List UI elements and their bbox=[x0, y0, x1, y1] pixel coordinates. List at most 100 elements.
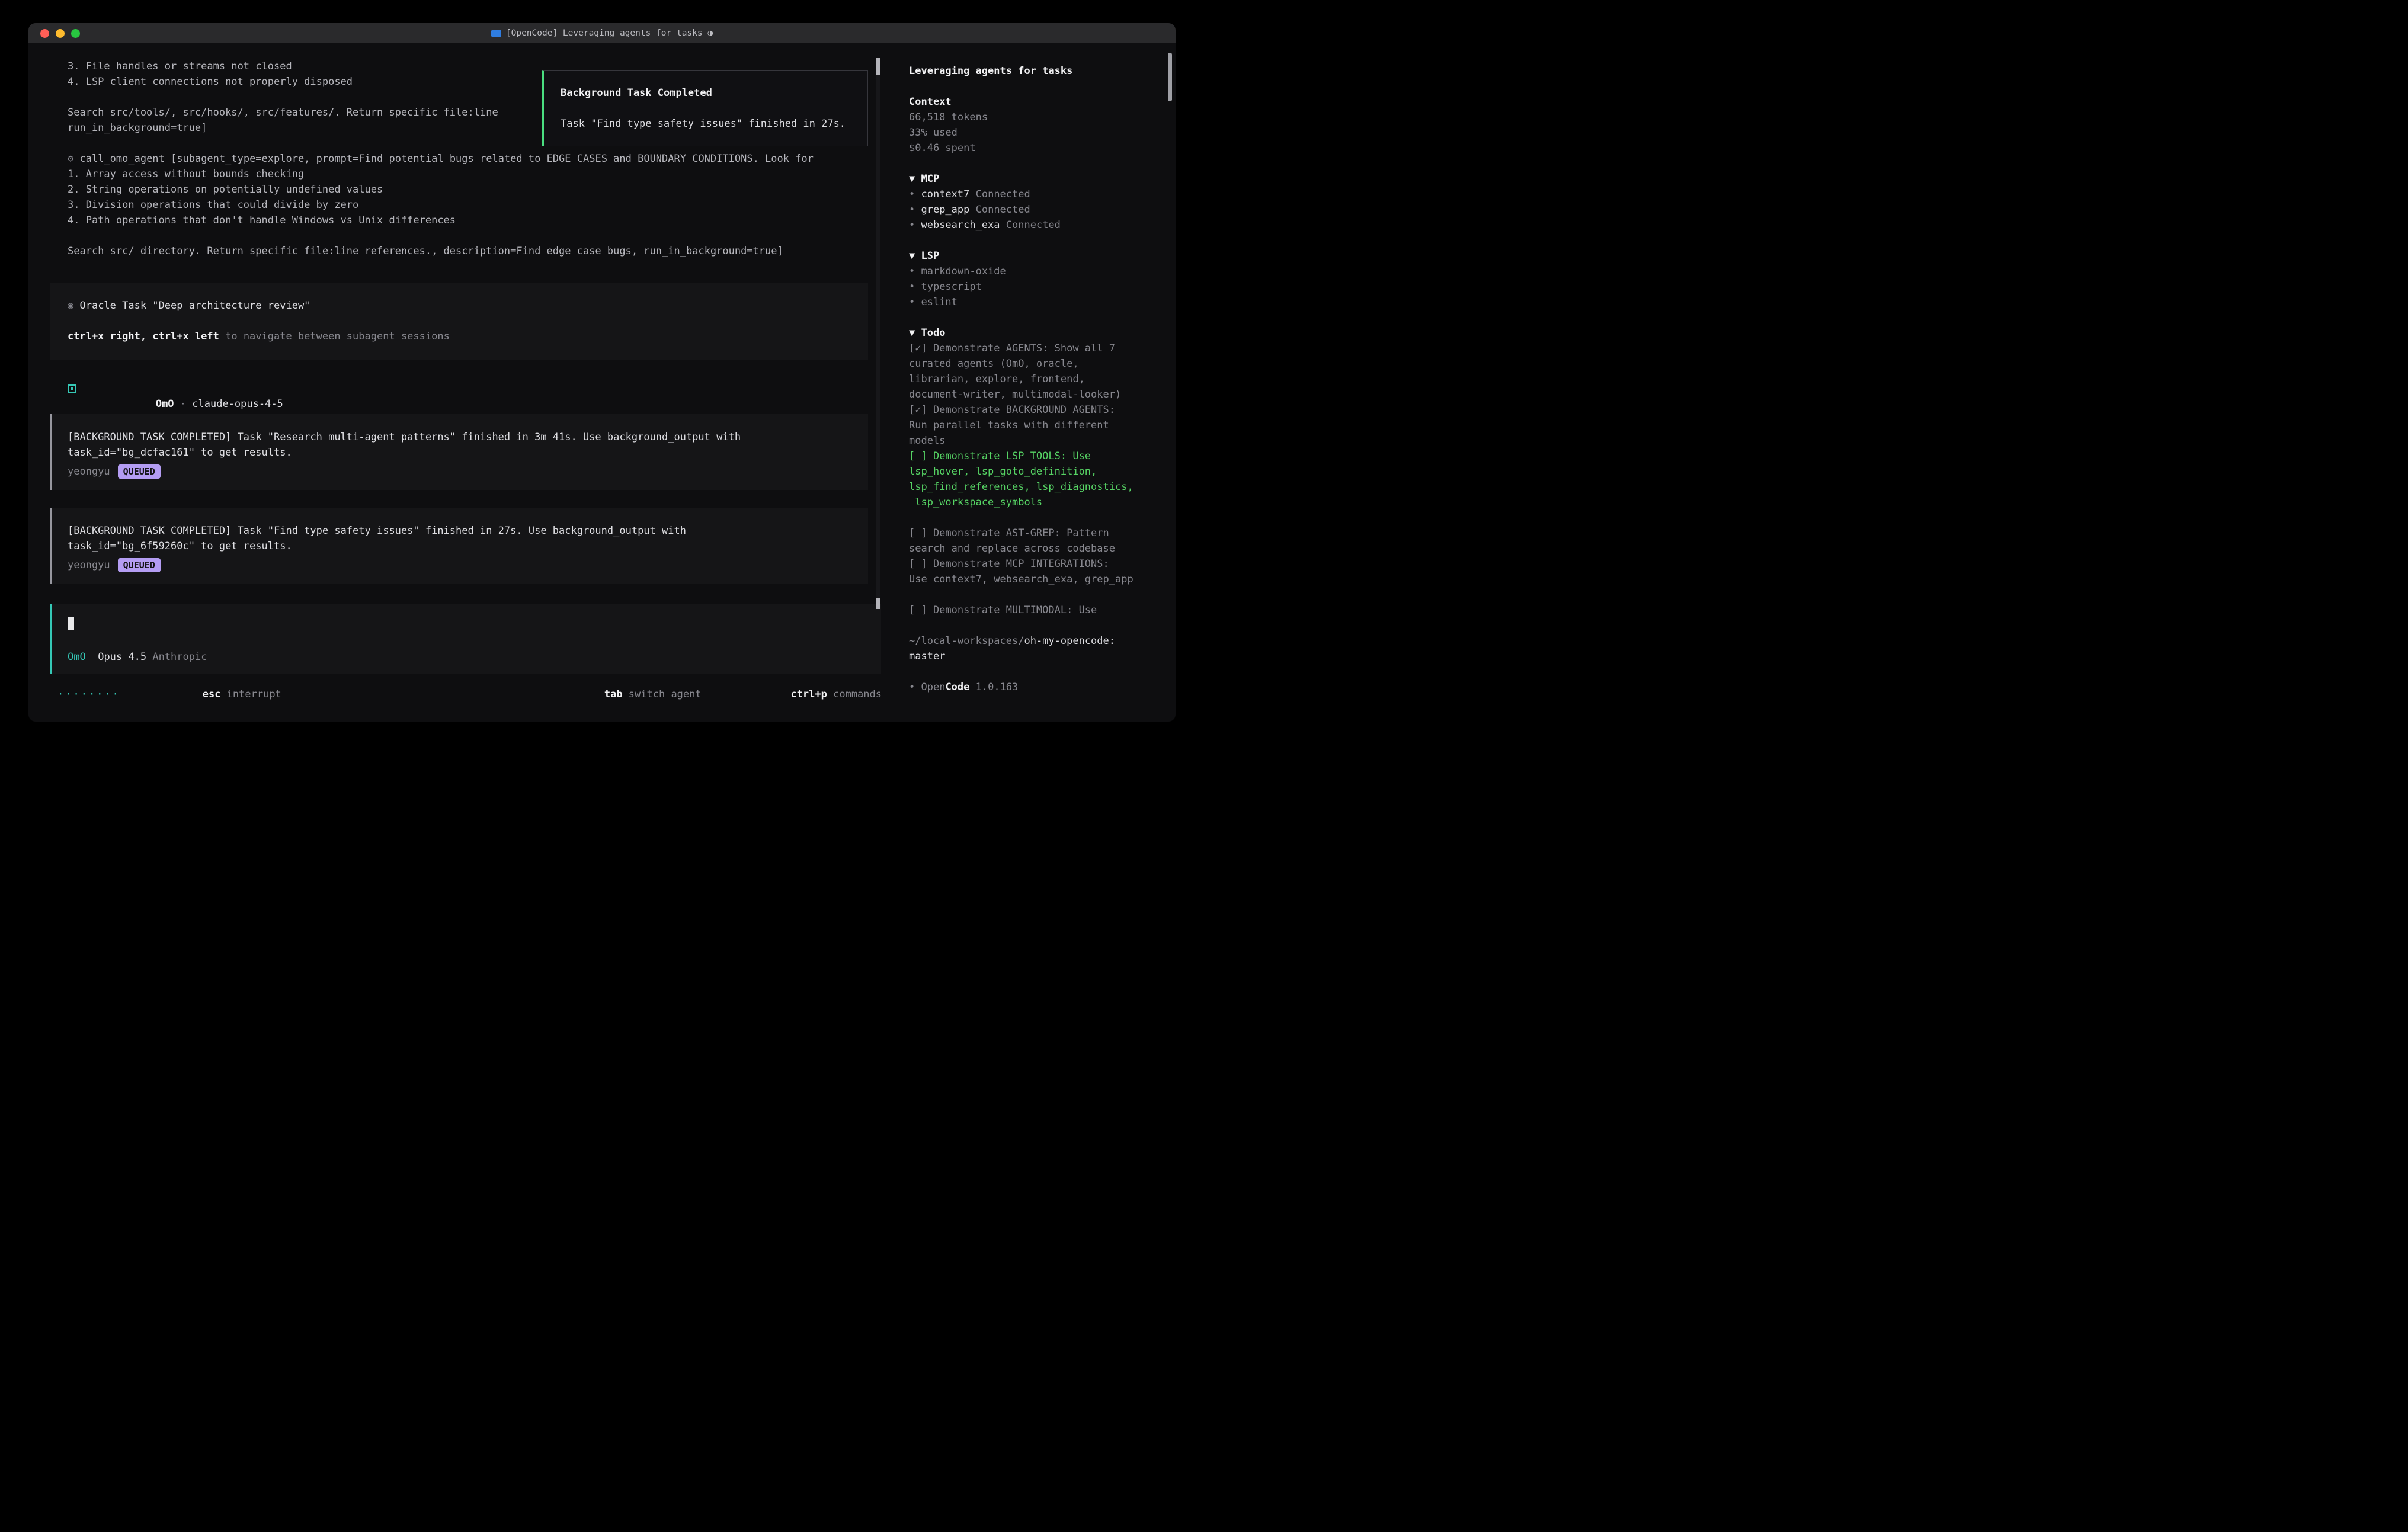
ctrlp-key-hint: ctrl+p bbox=[790, 688, 827, 700]
input-model-line: OmO Opus 4.5 Anthropic bbox=[68, 649, 863, 665]
text-line: 1. Array access without bounds checking bbox=[68, 166, 897, 182]
busy-spinner-icon: ········ bbox=[57, 688, 120, 700]
prompt-input[interactable]: OmO Opus 4.5 Anthropic bbox=[50, 604, 881, 674]
input-agent-name: OmO bbox=[68, 649, 86, 665]
traffic-lights bbox=[28, 29, 80, 38]
text-line: • eslint bbox=[909, 294, 1170, 310]
text-line: [✓] Demonstrate BACKGROUND AGENTS: bbox=[909, 402, 1170, 418]
text-line: lsp_find_references, lsp_diagnostics, bbox=[909, 479, 1170, 495]
status-bar: ········ esc interrupt tab switch agent … bbox=[28, 674, 897, 722]
text-line: curated agents (OmO, oracle, bbox=[909, 356, 1170, 371]
text-line: [ ] Demonstrate LSP TOOLS: Use bbox=[909, 448, 1170, 464]
message-block: [BACKGROUND TASK COMPLETED] Task "Resear… bbox=[50, 414, 868, 490]
text-line: 66,518 tokens bbox=[909, 110, 1170, 125]
text-line: Task "Find type safety issues" finished … bbox=[561, 116, 851, 132]
text-line: Background Task Completed bbox=[561, 85, 851, 101]
text-line bbox=[909, 233, 1170, 248]
message-block: [BACKGROUND TASK COMPLETED] Task "Find t… bbox=[50, 508, 868, 584]
text-line bbox=[909, 510, 1170, 525]
text-line: ⚙ call_omo_agent [subagent_type=explore,… bbox=[68, 151, 897, 166]
text-line: • OpenCode 1.0.163 bbox=[909, 680, 1170, 695]
text-line: Run parallel tasks with different bbox=[909, 418, 1170, 433]
terminal-window: [OpenCode] Leveraging agents for tasks ◑… bbox=[28, 23, 1176, 722]
agent-name: OmO bbox=[156, 398, 174, 410]
text-line: [ ] Demonstrate MCP INTEGRATIONS: bbox=[909, 556, 1170, 572]
window-title-text: [OpenCode] Leveraging agents for tasks ◑ bbox=[506, 28, 713, 38]
text-line bbox=[68, 313, 850, 329]
message-body: [BACKGROUND TASK COMPLETED] Task "Resear… bbox=[68, 430, 850, 460]
text-line: [ ] Demonstrate AST-GREP: Pattern bbox=[909, 525, 1170, 541]
scrollbar-thumb-top[interactable] bbox=[876, 58, 880, 75]
minimize-button[interactable] bbox=[56, 29, 65, 38]
text-line: 3. Division operations that could divide… bbox=[68, 197, 897, 213]
text-line: • grep_app Connected bbox=[909, 202, 1170, 217]
text-line: ◉ Oracle Task "Deep architecture review" bbox=[68, 298, 850, 313]
agent-separator: · bbox=[174, 398, 193, 410]
chat-scrollback[interactable]: 3. File handles or streams not closed4. … bbox=[28, 43, 897, 584]
text-line bbox=[909, 587, 1170, 602]
text-line: ~/local-workspaces/oh-my-opencode: bbox=[909, 633, 1170, 649]
oracle-task-panel: ◉ Oracle Task "Deep architecture review"… bbox=[50, 283, 868, 360]
tab-key-hint: tab bbox=[604, 688, 623, 700]
text-line: lsp_workspace_symbols bbox=[909, 495, 1170, 510]
text-line: task_id="bg_dcfac161" to get results. bbox=[68, 445, 850, 460]
main-scrollbar[interactable] bbox=[876, 58, 880, 609]
session-sidebar: Leveraging agents for tasks Context66,51… bbox=[897, 43, 1176, 722]
text-line bbox=[909, 618, 1170, 633]
text-line: • markdown-oxide bbox=[909, 264, 1170, 279]
zoom-button[interactable] bbox=[71, 29, 80, 38]
text-line: 4. Path operations that don't handle Win… bbox=[68, 213, 897, 228]
text-line: 2. String operations on potentially unde… bbox=[68, 182, 897, 197]
tab-key-label: switch agent bbox=[623, 688, 702, 700]
sidebar-scrollbar-thumb[interactable] bbox=[1168, 53, 1172, 101]
text-line: • typescript bbox=[909, 279, 1170, 294]
text-line: search and replace across codebase bbox=[909, 541, 1170, 556]
agent-square-icon bbox=[68, 384, 76, 393]
text-line: ▼ LSP bbox=[909, 248, 1170, 264]
status-badge: QUEUED bbox=[118, 558, 161, 572]
window-titlebar[interactable]: [OpenCode] Leveraging agents for tasks ◑ bbox=[28, 23, 1176, 43]
notification-content: Background Task Completed Task "Find typ… bbox=[561, 85, 851, 132]
window-title: [OpenCode] Leveraging agents for tasks ◑ bbox=[28, 28, 1176, 38]
text-line: [ ] Demonstrate MULTIMODAL: Use bbox=[909, 602, 1170, 618]
esc-key-label: interrupt bbox=[220, 688, 281, 700]
text-line: ctrl+x right, ctrl+x left to navigate be… bbox=[68, 329, 850, 344]
text-line: • websearch_exa Connected bbox=[909, 217, 1170, 233]
text-line: document-writer, multimodal-looker) bbox=[909, 387, 1170, 402]
text-line bbox=[909, 156, 1170, 171]
text-line: lsp_hover, lsp_goto_definition, bbox=[909, 464, 1170, 479]
scrollbar-thumb-bottom[interactable] bbox=[876, 598, 880, 609]
text-line: task_id="bg_6f59260c" to get results. bbox=[68, 539, 850, 554]
text-line bbox=[561, 101, 851, 116]
text-line bbox=[909, 79, 1170, 94]
text-line: [BACKGROUND TASK COMPLETED] Task "Find t… bbox=[68, 523, 850, 539]
ctrlp-key-label: commands bbox=[827, 688, 882, 700]
message-author: yeongyu bbox=[68, 559, 110, 571]
window-proxy-icon bbox=[491, 30, 501, 37]
text-cursor bbox=[68, 617, 74, 630]
sidebar-content: Leveraging agents for tasks Context66,51… bbox=[909, 63, 1170, 695]
text-line: Use context7, websearch_exa, grep_app bbox=[909, 572, 1170, 587]
text-line: librarian, explore, frontend, bbox=[909, 371, 1170, 387]
chat-main-area: 3. File handles or streams not closed4. … bbox=[28, 43, 897, 722]
agent-header: OmO · claude-opus-4-5 bbox=[68, 381, 897, 396]
esc-key-hint: esc bbox=[203, 688, 221, 700]
message-author: yeongyu bbox=[68, 466, 110, 477]
text-line: $0.46 spent bbox=[909, 140, 1170, 156]
background-task-notification: Background Task Completed Task "Find typ… bbox=[542, 70, 868, 146]
text-line: ▼ Todo bbox=[909, 325, 1170, 341]
input-provider-name: Anthropic bbox=[152, 649, 207, 665]
text-line: Leveraging agents for tasks bbox=[909, 63, 1170, 79]
text-line: Search src/ directory. Return specific f… bbox=[68, 243, 897, 259]
text-line: [BACKGROUND TASK COMPLETED] Task "Resear… bbox=[68, 430, 850, 445]
text-line bbox=[909, 664, 1170, 680]
text-line: [✓] Demonstrate AGENTS: Show all 7 bbox=[909, 341, 1170, 356]
text-line: 33% used bbox=[909, 125, 1170, 140]
close-button[interactable] bbox=[40, 29, 49, 38]
status-badge: QUEUED bbox=[118, 464, 161, 479]
text-line: • context7 Connected bbox=[909, 187, 1170, 202]
text-line: master bbox=[909, 649, 1170, 664]
message-body: [BACKGROUND TASK COMPLETED] Task "Find t… bbox=[68, 523, 850, 554]
agent-model: claude-opus-4-5 bbox=[192, 398, 283, 410]
input-model-name: Opus 4.5 bbox=[98, 649, 146, 665]
